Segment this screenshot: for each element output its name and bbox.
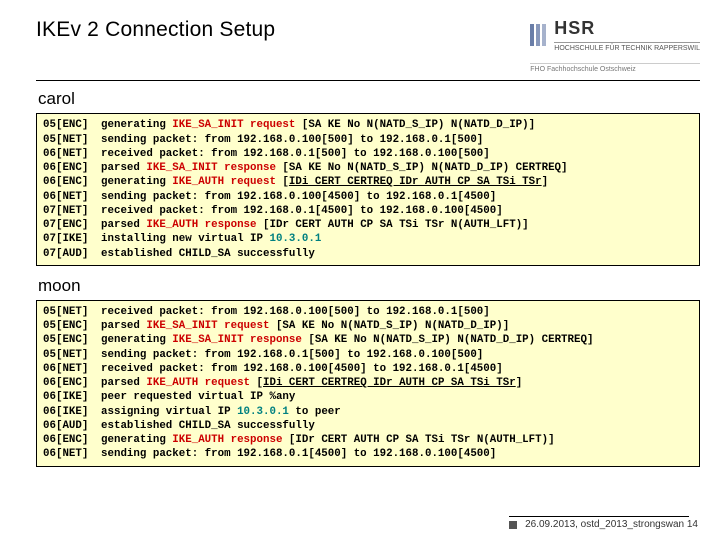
log-tag: 05[ENC] <box>43 319 101 333</box>
log-message: received packet: from 192.168.0.1[500] t… <box>101 147 490 161</box>
log-line: 06[NET]sending packet: from 192.168.0.1[… <box>43 447 693 461</box>
log-message: generating IKE_SA_INIT request [SA KE No… <box>101 118 535 132</box>
log-message: installing new virtual IP 10.3.0.1 <box>101 232 321 246</box>
log-message: parsed IKE_SA_INIT response [SA KE No N(… <box>101 161 568 175</box>
log-message: parsed IKE_AUTH response [IDr CERT AUTH … <box>101 218 529 232</box>
log-line: 06[NET]received packet: from 192.168.0.1… <box>43 147 693 161</box>
log-message: parsed IKE_SA_INIT request [SA KE No N(N… <box>101 319 509 333</box>
log-line: 07[NET]received packet: from 192.168.0.1… <box>43 204 693 218</box>
log-tag: 06[AUD] <box>43 419 101 433</box>
log-line: 06[IKE]assigning virtual IP 10.3.0.1 to … <box>43 405 693 419</box>
host-label-carol: carol <box>0 85 720 111</box>
log-box-carol: 05[ENC]generating IKE_SA_INIT request [S… <box>36 113 700 266</box>
log-message: peer requested virtual IP %any <box>101 390 295 404</box>
log-tag: 05[NET] <box>43 305 101 319</box>
log-message: sending packet: from 192.168.0.100[4500]… <box>101 190 496 204</box>
log-message: established CHILD_SA successfully <box>101 419 315 433</box>
footer-text: 26.09.2013, ostd_2013_strongswan 14 <box>525 519 698 530</box>
footer-rule <box>509 516 689 517</box>
log-line: 07[IKE]installing new virtual IP 10.3.0.… <box>43 232 693 246</box>
log-line: 06[AUD]established CHILD_SA successfully <box>43 419 693 433</box>
log-tag: 06[ENC] <box>43 376 101 390</box>
slide-footer: 26.09.2013, ostd_2013_strongswan 14 <box>509 516 698 530</box>
log-line: 05[ENC]generating IKE_SA_INIT request [S… <box>43 118 693 132</box>
log-message: assigning virtual IP 10.3.0.1 to peer <box>101 405 341 419</box>
log-line: 06[ENC]parsed IKE_SA_INIT response [SA K… <box>43 161 693 175</box>
log-message: sending packet: from 192.168.0.1[500] to… <box>101 348 483 362</box>
log-message: generating IKE_AUTH response [IDr CERT A… <box>101 433 555 447</box>
log-tag: 05[ENC] <box>43 333 101 347</box>
log-line: 06[NET]sending packet: from 192.168.0.10… <box>43 190 693 204</box>
logo-hsr-text: HSR <box>554 18 700 40</box>
log-tag: 07[NET] <box>43 204 101 218</box>
footer-square-icon <box>509 521 517 529</box>
log-tag: 07[AUD] <box>43 247 101 261</box>
log-line: 05[NET]sending packet: from 192.168.0.1[… <box>43 348 693 362</box>
log-line: 07[AUD]established CHILD_SA successfully <box>43 247 693 261</box>
log-message: generating IKE_AUTH request [IDi CERT CE… <box>101 175 548 189</box>
log-tag: 06[NET] <box>43 362 101 376</box>
logo-fho-text: FHO Fachhochschule Ostschweiz <box>530 63 700 74</box>
log-tag: 06[NET] <box>43 447 101 461</box>
log-tag: 06[ENC] <box>43 161 101 175</box>
logo-bars-icon <box>530 24 546 46</box>
log-tag: 06[IKE] <box>43 390 101 404</box>
log-message: sending packet: from 192.168.0.1[4500] t… <box>101 447 496 461</box>
log-line: 06[NET]received packet: from 192.168.0.1… <box>43 362 693 376</box>
log-tag: 05[NET] <box>43 348 101 362</box>
log-line: 05[NET]sending packet: from 192.168.0.10… <box>43 133 693 147</box>
log-message: parsed IKE_AUTH request [IDi CERT CERTRE… <box>101 376 522 390</box>
log-line: 06[IKE]peer requested virtual IP %any <box>43 390 693 404</box>
log-tag: 06[IKE] <box>43 405 101 419</box>
log-tag: 07[IKE] <box>43 232 101 246</box>
log-tag: 07[ENC] <box>43 218 101 232</box>
log-line: 05[ENC]generating IKE_SA_INIT response [… <box>43 333 693 347</box>
log-message: generating IKE_SA_INIT response [SA KE N… <box>101 333 593 347</box>
log-line: 07[ENC]parsed IKE_AUTH response [IDr CER… <box>43 218 693 232</box>
log-line: 05[ENC]parsed IKE_SA_INIT request [SA KE… <box>43 319 693 333</box>
log-box-moon: 05[NET]received packet: from 192.168.0.1… <box>36 300 700 467</box>
host-label-moon: moon <box>0 272 720 298</box>
log-message: sending packet: from 192.168.0.100[500] … <box>101 133 483 147</box>
log-line: 06[ENC]parsed IKE_AUTH request [IDi CERT… <box>43 376 693 390</box>
header-rule <box>36 80 700 81</box>
log-message: received packet: from 192.168.0.100[500]… <box>101 305 490 319</box>
logo-subtitle: HOCHSCHULE FÜR TECHNIK RAPPERSWIL <box>554 42 700 53</box>
log-line: 06[ENC]generating IKE_AUTH response [IDr… <box>43 433 693 447</box>
log-tag: 06[NET] <box>43 147 101 161</box>
slide-header: IKEv 2 Connection Setup HSR HOCHSCHULE F… <box>0 0 720 80</box>
log-tag: 06[ENC] <box>43 433 101 447</box>
log-message: established CHILD_SA successfully <box>101 247 315 261</box>
hsr-logo: HSR HOCHSCHULE FÜR TECHNIK RAPPERSWIL FH… <box>530 18 700 74</box>
log-tag: 05[ENC] <box>43 118 101 132</box>
log-tag: 05[NET] <box>43 133 101 147</box>
slide-title: IKEv 2 Connection Setup <box>36 18 275 42</box>
log-tag: 06[NET] <box>43 190 101 204</box>
log-message: received packet: from 192.168.0.100[4500… <box>101 362 503 376</box>
log-line: 05[NET]received packet: from 192.168.0.1… <box>43 305 693 319</box>
log-line: 06[ENC]generating IKE_AUTH request [IDi … <box>43 175 693 189</box>
log-message: received packet: from 192.168.0.1[4500] … <box>101 204 503 218</box>
log-tag: 06[ENC] <box>43 175 101 189</box>
